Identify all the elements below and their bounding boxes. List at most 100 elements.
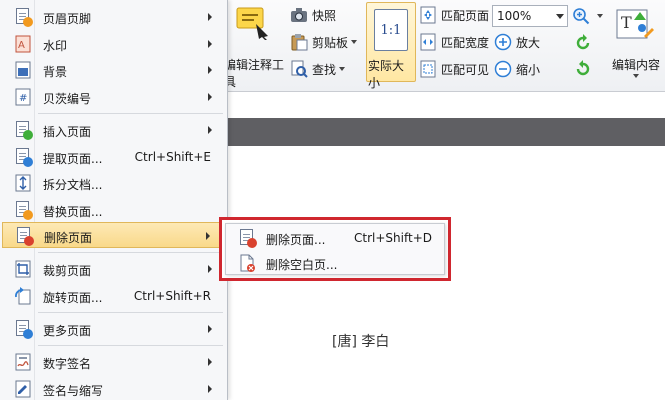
- chevron-down-icon: [351, 40, 358, 44]
- clipboard-button[interactable]: 剪贴板: [290, 31, 358, 53]
- header-footer-icon: [14, 8, 33, 27]
- clipboard-label: 剪贴板: [312, 35, 349, 50]
- menu-item-label: 更多页面: [43, 324, 92, 338]
- menu-item-insert-pages[interactable]: 插入页面: [0, 117, 227, 143]
- rotate-page-icon: [15, 287, 31, 305]
- edit-content-button[interactable]: T 编辑内容: [606, 4, 665, 84]
- menu-item-watermark[interactable]: A 水印: [0, 31, 227, 57]
- submenu-item-delete-blank-pages[interactable]: 删除空白页...: [226, 250, 444, 275]
- more-pages-icon: [14, 320, 33, 339]
- find-icon: [291, 60, 308, 78]
- menu-item-label: 拆分文档...: [43, 178, 103, 192]
- menu-item-label: 裁剪页面: [43, 264, 92, 278]
- chevron-right-icon: [206, 232, 210, 240]
- edit-content-label: 编辑内容: [612, 58, 661, 72]
- menu-item-replace-pages[interactable]: 替换页面...: [0, 197, 227, 223]
- delete-pages-submenu: 删除页面... Ctrl+Shift+D 删除空白页...: [225, 223, 445, 275]
- actual-size-label: 实际大小: [368, 59, 405, 90]
- menu-item-label: 旋转页面...: [43, 291, 103, 305]
- menu-item-label: 贝茨编号: [43, 92, 92, 106]
- edit-annotation-tools-label: 编辑注释工具: [224, 58, 285, 89]
- find-label: 查找: [312, 62, 337, 77]
- menu-item-label: 数字签名: [43, 357, 92, 371]
- zoom-in-icon: [494, 33, 512, 51]
- rotate-left-button[interactable]: [574, 32, 596, 54]
- fit-page-button[interactable]: 匹配页面: [419, 4, 489, 26]
- zoom-level-select[interactable]: 100%: [492, 5, 568, 27]
- magnifier-plus-icon: [573, 8, 590, 25]
- fit-page-label: 匹配页面: [441, 8, 490, 23]
- actual-size-button[interactable]: 1:1 实际大小: [366, 2, 416, 90]
- menu-item-sign-initials[interactable]: 签名与缩写: [0, 376, 227, 400]
- chevron-right-icon: [208, 93, 212, 101]
- delete-page-icon: [238, 229, 257, 248]
- submenu-item-label: 删除页面...: [266, 233, 326, 247]
- chevron-right-icon: [208, 126, 212, 134]
- submenu-item-delete-pages[interactable]: 删除页面... Ctrl+Shift+D: [226, 225, 444, 250]
- organize-menu: 页眉页脚 A 水印 背景 # 贝茨编号 插入页面 提取页面... Ctrl+Sh…: [0, 0, 228, 400]
- svg-text:A: A: [18, 40, 25, 51]
- chevron-right-icon: [208, 265, 212, 273]
- snapshot-label: 快照: [312, 8, 337, 23]
- chevron-right-icon: [208, 40, 212, 48]
- chevron-right-icon: [208, 325, 212, 333]
- menu-item-rotate-pages[interactable]: 旋转页面... Ctrl+Shift+R: [0, 283, 227, 309]
- fit-visible-button[interactable]: 匹配可见: [419, 58, 489, 80]
- chevron-down-icon: [597, 14, 603, 18]
- document-tab-strip: [224, 118, 665, 146]
- menu-item-header-footer[interactable]: 页眉页脚: [0, 4, 227, 30]
- zoom-out-button[interactable]: 缩小: [494, 58, 540, 80]
- edit-content-icon: T: [616, 9, 654, 39]
- menu-item-split-document[interactable]: 拆分文档...: [0, 170, 227, 196]
- menu-item-label: 签名与缩写: [43, 384, 104, 398]
- menu-item-delete-pages[interactable]: 删除页面: [2, 222, 224, 248]
- chevron-right-icon: [208, 13, 212, 21]
- digital-signature-icon: [15, 353, 31, 371]
- bates-numbering-icon: #: [15, 88, 31, 106]
- menu-item-extract-pages[interactable]: 提取页面... Ctrl+Shift+E: [0, 144, 227, 170]
- menu-separator: [38, 252, 223, 253]
- menu-item-label: 水印: [43, 39, 68, 53]
- chevron-right-icon: [208, 358, 212, 366]
- delete-pages-submenu-highlight: 删除页面... Ctrl+Shift+D 删除空白页...: [219, 217, 451, 281]
- zoom-in-label: 放大: [516, 35, 541, 50]
- insert-page-icon: [14, 121, 33, 140]
- snapshot-button[interactable]: 快照: [290, 4, 336, 26]
- menu-item-digital-signature[interactable]: 数字签名: [0, 349, 227, 375]
- menu-item-label: 页眉页脚: [43, 12, 92, 26]
- background-icon: [15, 61, 31, 79]
- find-button[interactable]: 查找: [290, 58, 346, 80]
- chevron-down-icon: [339, 67, 346, 71]
- menu-item-crop-pages[interactable]: 裁剪页面: [0, 256, 227, 282]
- chevron-right-icon: [208, 385, 212, 393]
- camera-icon: [291, 8, 307, 22]
- menu-separator: [38, 345, 223, 346]
- submenu-item-shortcut: Ctrl+Shift+D: [354, 231, 432, 245]
- zoom-tool-button[interactable]: [572, 5, 603, 27]
- menu-item-bates-numbering[interactable]: # 贝茨编号: [0, 84, 227, 110]
- menu-item-shortcut: Ctrl+Shift+E: [134, 150, 211, 164]
- actual-size-icon: 1:1: [374, 9, 408, 51]
- menu-item-label: 提取页面...: [43, 152, 103, 166]
- watermark-icon: A: [15, 35, 31, 53]
- edit-annotation-tools-button[interactable]: 编辑注释工具: [224, 4, 286, 89]
- crop-icon: [15, 260, 31, 278]
- fit-width-icon: [420, 33, 436, 51]
- rotate-right-icon: [576, 60, 590, 76]
- zoom-in-button[interactable]: 放大: [494, 31, 540, 53]
- menu-item-background[interactable]: 背景: [0, 57, 227, 83]
- zoom-level-value: 100%: [497, 9, 532, 23]
- rotate-right-button[interactable]: [574, 58, 596, 80]
- fit-width-button[interactable]: 匹配宽度: [419, 31, 489, 53]
- chevron-down-icon: [556, 14, 564, 19]
- poem-author-line: [唐] 李白: [332, 334, 390, 350]
- chevron-down-icon: [633, 74, 639, 78]
- fit-visible-label: 匹配可见: [441, 62, 490, 77]
- svg-text:T: T: [621, 13, 632, 32]
- zoom-out-label: 缩小: [516, 62, 541, 77]
- svg-text:#: #: [19, 93, 27, 104]
- extract-page-icon: [14, 148, 33, 167]
- clipboard-icon: [291, 34, 308, 51]
- menu-item-more-pages[interactable]: 更多页面: [0, 316, 227, 342]
- menu-item-label: 背景: [43, 65, 68, 79]
